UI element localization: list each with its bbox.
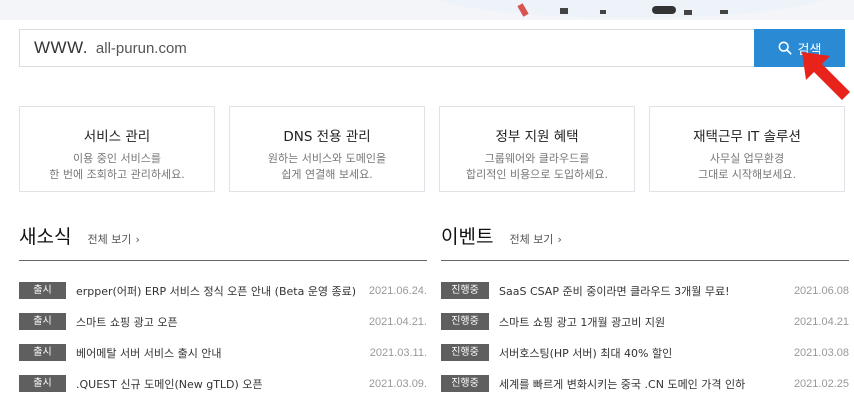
news-section: 새소식 전체 보기 › 출시 erpper(어퍼) ERP 서비스 정식 오픈 안… [19, 222, 427, 399]
card-dns-management[interactable]: DNS 전용 관리 원하는 서비스와 도메인을 쉽게 연결해 보세요. [229, 106, 425, 192]
event-item-link[interactable]: 서버호스팅(HP 서버) 최대 40% 할인 [499, 345, 672, 361]
news-header: 새소식 전체 보기 › [19, 222, 427, 261]
card-description: 원하는 서비스와 도메인을 쉽게 연결해 보세요. [230, 151, 424, 183]
event-item-date: 2021.03.08 [793, 346, 849, 359]
top-banner [0, 0, 854, 20]
card-desc-line: 사무실 업무환경 [709, 152, 785, 165]
chevron-right-icon: › [135, 233, 140, 246]
news-item-date: 2021.03.09. [368, 377, 427, 390]
status-badge: 출시 [19, 344, 66, 361]
events-section: 이벤트 전체 보기 › 진행중 SaaS CSAP 준비 중이라면 클라우드 3개… [441, 222, 849, 399]
chevron-right-icon: › [557, 233, 562, 246]
card-desc-line: 그대로 시작해보세요. [697, 168, 797, 181]
card-title: DNS 전용 관리 [283, 129, 371, 145]
view-all-label: 전체 보기 [87, 233, 132, 246]
list-item: 출시 erpper(어퍼) ERP 서비스 정식 오픈 안내 (Beta 운영 … [19, 275, 427, 306]
news-item-date: 2021.03.11. [369, 346, 427, 359]
card-desc-line: 이용 중인 서비스를 [73, 152, 161, 165]
status-badge: 진행중 [441, 282, 489, 299]
events-header: 이벤트 전체 보기 › [441, 222, 849, 261]
list-item: 진행중 스마트 쇼핑 광고 1개월 광고비 지원 2021.04.21 [441, 306, 849, 337]
events-list: 진행중 SaaS CSAP 준비 중이라면 클라우드 3개월 무료! 2021.… [441, 275, 849, 399]
event-item-link[interactable]: 스마트 쇼핑 광고 1개월 광고비 지원 [499, 314, 665, 330]
card-desc-line: 쉽게 연결해 보세요. [281, 168, 373, 181]
news-item-link[interactable]: erpper(어퍼) ERP 서비스 정식 오픈 안내 (Beta 운영 종료) [76, 283, 356, 299]
news-list: 출시 erpper(어퍼) ERP 서비스 정식 오픈 안내 (Beta 운영 … [19, 275, 427, 399]
search-icon [778, 41, 792, 55]
event-item-date: 2021.04.21 [793, 315, 849, 328]
quick-service-cards: 서비스 관리 이용 중인 서비스를 한 번에 조회하고 관리하세요. DNS 전… [19, 106, 845, 192]
domain-search-bar: WWW. 검색 [19, 29, 845, 67]
list-item: 출시 .QUEST 신규 도메인(New gTLD) 오픈 2021.03.09… [19, 368, 427, 399]
list-item: 진행중 SaaS CSAP 준비 중이라면 클라우드 3개월 무료! 2021.… [441, 275, 849, 306]
card-title: 재택근무 IT 솔루션 [693, 129, 801, 145]
card-remote-work[interactable]: 재택근무 IT 솔루션 사무실 업무환경 그대로 시작해보세요. [649, 106, 845, 192]
card-service-management[interactable]: 서비스 관리 이용 중인 서비스를 한 번에 조회하고 관리하세요. [19, 106, 215, 192]
card-desc-line: 합리적인 비용으로 도입하세요. [465, 168, 609, 181]
status-badge: 출시 [19, 313, 66, 330]
card-title: 정부 지원 혜택 [495, 129, 579, 145]
red-arrow-annotation [802, 52, 850, 100]
event-item-link[interactable]: SaaS CSAP 준비 중이라면 클라우드 3개월 무료! [499, 283, 730, 299]
news-item-link[interactable]: 스마트 쇼핑 광고 오픈 [76, 314, 178, 330]
events-title: 이벤트 [441, 226, 494, 248]
news-title: 새소식 [19, 226, 72, 248]
banner-illustration [420, 0, 840, 18]
list-item: 출시 스마트 쇼핑 광고 오픈 2021.04.21. [19, 306, 427, 337]
status-badge: 진행중 [441, 344, 489, 361]
news-view-all-link[interactable]: 전체 보기 › [87, 231, 139, 247]
card-description: 사무실 업무환경 그대로 시작해보세요. [650, 151, 844, 183]
status-badge: 진행중 [441, 313, 489, 330]
card-description: 그룹웨어와 클라우드를 합리적인 비용으로 도입하세요. [440, 151, 634, 183]
list-item: 진행중 서버호스팅(HP 서버) 최대 40% 할인 2021.03.08 [441, 337, 849, 368]
status-badge: 출시 [19, 282, 66, 299]
domain-search-input[interactable] [95, 30, 696, 66]
www-prefix: WWW. [34, 38, 88, 57]
card-government-support[interactable]: 정부 지원 혜택 그룹웨어와 클라우드를 합리적인 비용으로 도입하세요. [439, 106, 635, 192]
view-all-label: 전체 보기 [509, 233, 554, 246]
list-item: 진행중 세계를 빠르게 변화시키는 중국 .CN 도메인 가격 인하 2021.… [441, 368, 849, 399]
card-description: 이용 중인 서비스를 한 번에 조회하고 관리하세요. [20, 151, 214, 183]
card-title: 서비스 관리 [83, 129, 151, 145]
event-item-date: 2021.02.25 [793, 377, 849, 390]
card-desc-line: 원하는 서비스와 도메인을 [267, 152, 387, 165]
news-item-link[interactable]: .QUEST 신규 도메인(New gTLD) 오픈 [76, 376, 263, 392]
news-item-date: 2021.06.24. [368, 284, 427, 297]
news-item-date: 2021.04.21. [368, 315, 427, 328]
list-item: 출시 베어메탈 서버 서비스 출시 안내 2021.03.11. [19, 337, 427, 368]
news-item-link[interactable]: 베어메탈 서버 서비스 출시 안내 [76, 345, 222, 361]
event-item-date: 2021.06.08 [793, 284, 849, 297]
event-item-link[interactable]: 세계를 빠르게 변화시키는 중국 .CN 도메인 가격 인하 [499, 376, 745, 392]
card-desc-line: 그룹웨어와 클라우드를 [484, 152, 590, 165]
card-desc-line: 한 번에 조회하고 관리하세요. [49, 168, 185, 181]
events-view-all-link[interactable]: 전체 보기 › [509, 231, 561, 247]
status-badge: 출시 [19, 375, 66, 392]
status-badge: 진행중 [441, 375, 489, 392]
